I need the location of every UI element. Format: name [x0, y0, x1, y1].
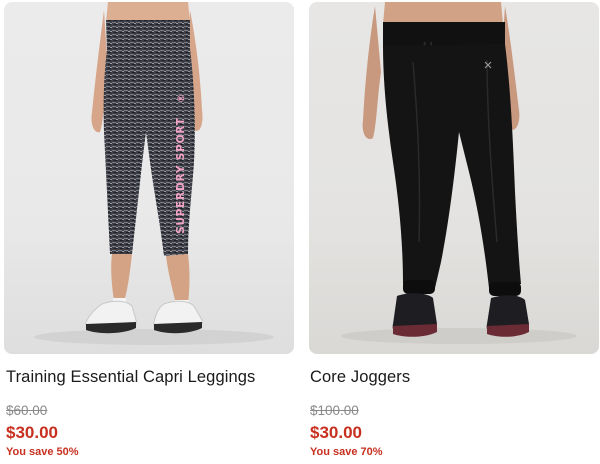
joggers-photo — [341, 2, 577, 344]
leggings-photo: SUPERDRY SPORT ® — [34, 2, 274, 345]
original-price: $100.00 — [310, 403, 359, 418]
svg-text:®: ® — [177, 94, 187, 103]
product-card[interactable]: SUPERDRY SPORT ® Training Essential Capr… — [4, 0, 294, 464]
product-card[interactable]: Core Joggers $100.00 $30.00 You save 70% — [309, 0, 599, 464]
product-title[interactable]: Training Essential Capri Leggings — [6, 368, 255, 387]
sale-price: $30.00 — [6, 423, 58, 442]
product-grid: SUPERDRY SPORT ® Training Essential Capr… — [0, 0, 600, 464]
product-image[interactable]: SUPERDRY SPORT ® — [4, 2, 294, 354]
product-title[interactable]: Core Joggers — [310, 368, 410, 387]
savings-label: You save 70% — [310, 446, 383, 458]
product-image[interactable] — [309, 2, 599, 354]
svg-text:SUPERDRY SPORT: SUPERDRY SPORT — [175, 117, 187, 234]
original-price: $60.00 — [6, 403, 48, 418]
sale-price: $30.00 — [310, 423, 362, 442]
savings-label: You save 50% — [6, 446, 79, 458]
